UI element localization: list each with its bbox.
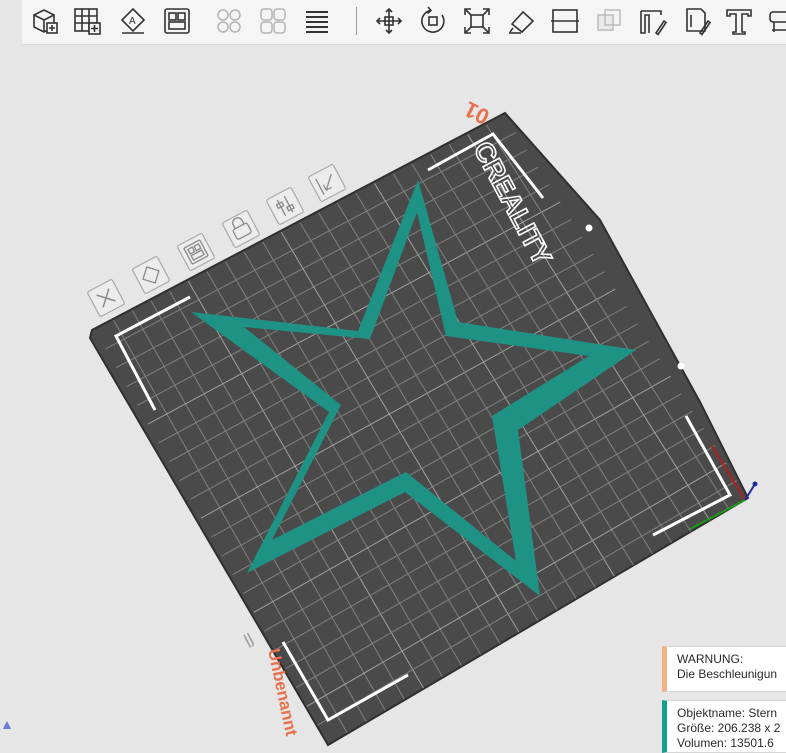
delete-plate-button[interactable] (87, 279, 125, 317)
warning-title: WARNUNG: (677, 652, 744, 666)
split-parts-icon (260, 8, 286, 34)
object-info-panel: Objektname: Stern Größe: 206.238 x 2 Vol… (662, 700, 786, 753)
add-object-button[interactable] (28, 4, 62, 38)
lock-plate-button[interactable] (222, 210, 260, 248)
lay-on-face-button[interactable] (504, 4, 538, 38)
split-parts-button[interactable] (256, 4, 290, 38)
cut-tool-button[interactable] (548, 4, 582, 38)
edit-name-icon[interactable] (243, 632, 254, 648)
split-objects-icon (217, 9, 241, 33)
grid-add-icon (74, 8, 101, 35)
cube-add-icon (33, 9, 58, 34)
plate-notch-bottom (677, 362, 685, 370)
scale-tool-button[interactable] (460, 4, 494, 38)
orient-plate-button[interactable] (132, 256, 170, 294)
lay-on-face-icon (509, 10, 535, 34)
boolean-icon (597, 9, 621, 31)
scale-icon (464, 8, 490, 34)
auto-orient-button[interactable]: A (116, 4, 150, 38)
arrange-plate-button[interactable] (177, 233, 215, 271)
text-icon (726, 9, 752, 35)
plate-home-button[interactable] (308, 164, 346, 202)
support-paint-button[interactable] (636, 4, 670, 38)
text-tool-button[interactable] (722, 4, 756, 38)
warning-notification[interactable]: WARNUNG: Die Beschleunigun (662, 646, 786, 692)
object-size: Größe: 206.238 x 2 (677, 721, 781, 735)
view-origin-marker: ▲ (0, 716, 14, 732)
arrange-icon (164, 8, 190, 34)
orient-icon: A (120, 7, 146, 34)
measure-icon (769, 11, 786, 32)
seam-paint-icon (686, 8, 712, 36)
rotate-tool-button[interactable] (416, 4, 450, 38)
layers-icon (306, 11, 328, 33)
seam-paint-button[interactable] (680, 4, 714, 38)
plate-settings-button[interactable] (266, 187, 304, 225)
support-paint-icon (640, 10, 668, 36)
arrange-button[interactable] (160, 4, 194, 38)
warning-message: Die Beschleunigun (677, 667, 778, 681)
move-icon (375, 7, 403, 35)
rotate-icon (421, 6, 445, 33)
cut-icon (551, 9, 579, 33)
measure-tool-button[interactable] (764, 4, 786, 38)
object-name: Objektname: Stern (677, 706, 778, 720)
svg-text:A: A (129, 16, 136, 27)
layers-button[interactable] (300, 4, 334, 38)
3d-viewport[interactable]: CREALITY 01 Unbenannt (0, 44, 786, 751)
toolbar-separator (356, 7, 357, 35)
add-plate-button[interactable] (70, 4, 104, 38)
top-toolbar: A (22, 0, 786, 45)
split-objects-button[interactable] (212, 4, 246, 38)
move-tool-button[interactable] (372, 4, 406, 38)
object-volume: Volumen: 13501.6 (677, 736, 774, 750)
boolean-tool-button[interactable] (592, 4, 626, 38)
plate-notch-top (585, 224, 593, 232)
